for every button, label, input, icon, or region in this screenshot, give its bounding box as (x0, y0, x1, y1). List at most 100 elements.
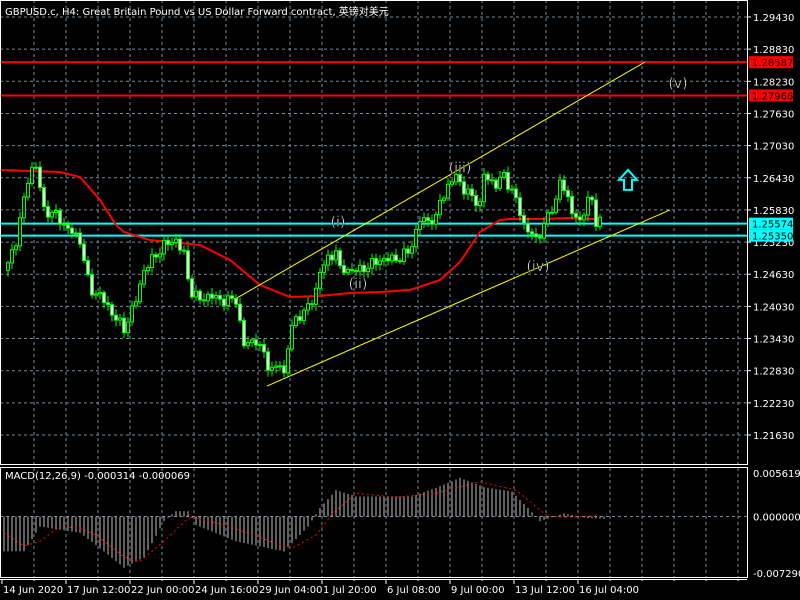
bull-candle-body (54, 210, 58, 213)
candle (486, 171, 490, 186)
bear-candle-body (202, 299, 206, 302)
candle (254, 333, 258, 351)
bear-candle-body (238, 303, 242, 321)
bear-candle-body (58, 210, 62, 225)
candle (98, 286, 102, 300)
bear-candle-body (374, 258, 378, 265)
bull-candle-body (366, 267, 370, 273)
candle (426, 213, 430, 227)
candle (26, 177, 30, 201)
candle (78, 227, 82, 248)
candle (262, 338, 266, 359)
bull-candle-body (542, 223, 546, 239)
time-tick-label: 22 Jun 00:00 (131, 585, 195, 596)
bull-candle-body (358, 264, 362, 272)
candle (14, 242, 18, 256)
price-tick-label: 1.29430 (753, 13, 794, 24)
candle (142, 264, 146, 288)
bear-candle-body (530, 231, 534, 235)
bear-candle-body (38, 166, 42, 188)
candle (170, 238, 174, 251)
bear-candle-body (514, 188, 518, 199)
bear-candle-body (70, 227, 74, 234)
bull-candle-body (214, 294, 218, 299)
candle (154, 252, 158, 263)
wave-label: (iii) (449, 161, 472, 177)
bull-candle-body (14, 245, 18, 251)
candle (102, 290, 106, 309)
bull-candle-body (582, 214, 586, 221)
bull-candle-body (158, 253, 162, 258)
price-tick-label: 1.26430 (753, 174, 794, 185)
candle (566, 185, 570, 202)
bull-candle-body (586, 196, 590, 216)
candle (190, 275, 194, 300)
candle (18, 211, 22, 252)
candle (182, 245, 186, 255)
bull-candle-body (226, 295, 230, 306)
candle (114, 309, 118, 327)
candle (146, 264, 150, 276)
bull-candle-body (438, 199, 442, 216)
candle (402, 242, 406, 266)
candle (434, 211, 438, 230)
candle (590, 195, 594, 206)
candle (598, 213, 602, 231)
candle (286, 345, 290, 377)
bear-candle-body (234, 297, 238, 305)
candle (418, 216, 422, 236)
time-tick-label: 13 Jul 12:00 (515, 585, 575, 596)
chart-canvas[interactable]: (i) (ii) (iii) (iv) (v) 1.29430 1.28830 1.2823… (0, 0, 800, 600)
bear-candle-body (470, 188, 474, 197)
time-tick-label: 14 Jun 2020 (3, 585, 63, 596)
bull-candle-body (22, 196, 26, 219)
bear-candle-body (218, 294, 222, 300)
candle (110, 301, 114, 322)
bull-candle-body (302, 309, 306, 321)
candle (278, 361, 282, 372)
macd-tick-label: -0.007290 (753, 569, 800, 580)
bear-candle-body (90, 274, 94, 296)
bear-candle-body (350, 268, 354, 272)
bull-candle-body (126, 321, 130, 334)
bull-candle-body (34, 166, 38, 169)
bear-candle-body (330, 254, 334, 261)
candle (450, 178, 454, 187)
candle (386, 252, 390, 266)
candle (390, 252, 394, 265)
bull-candle-body (18, 217, 22, 247)
price-tick-label: 1.24630 (753, 270, 794, 281)
bull-candle-body (318, 271, 322, 289)
bull-candle-body (146, 267, 150, 272)
time-tick-label: 24 Jun 16:00 (195, 585, 259, 596)
candle (422, 212, 426, 228)
price-line-tag-label: 1.25574 (752, 220, 793, 231)
channel-upper-line[interactable] (236, 61, 646, 299)
bull-candle-body (558, 179, 562, 200)
wave-label: (iv) (526, 259, 549, 275)
candle (370, 253, 374, 275)
candle (22, 192, 26, 223)
bull-candle-body (382, 257, 386, 262)
price-tick-label: 1.23430 (753, 335, 794, 346)
grid (0, 0, 747, 577)
wave-label: (v) (668, 76, 687, 92)
candle (430, 214, 434, 231)
bear-candle-body (342, 265, 346, 274)
bear-candle-body (122, 317, 126, 334)
bear-candle-body (106, 302, 110, 306)
bull-candle-body (466, 188, 470, 195)
macd-frame (0, 467, 748, 578)
bull-candle-body (502, 172, 506, 178)
candle (350, 262, 354, 275)
bull-candle-body (322, 264, 326, 273)
bull-candle-body (450, 181, 454, 185)
candle (138, 280, 142, 305)
bear-candle-body (66, 223, 70, 229)
candle (238, 298, 242, 324)
bear-candle-body (386, 257, 390, 262)
candle (234, 294, 238, 308)
bear-candle-body (310, 303, 314, 306)
candle (266, 347, 270, 377)
bear-candle-body (570, 196, 574, 215)
